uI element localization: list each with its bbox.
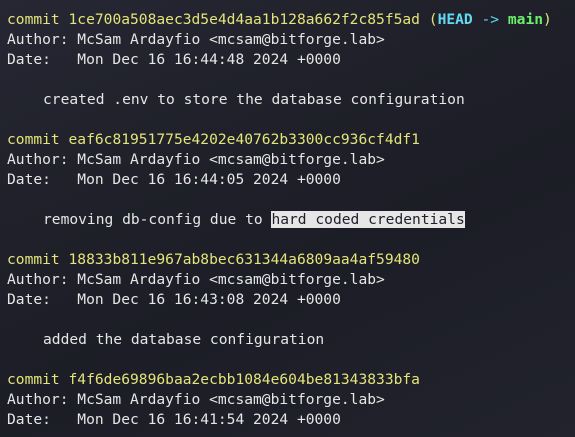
commit-header-line: commit eaf6c81951775e4202e40762b3300cc93… [7, 130, 575, 150]
commit-hash[interactable]: eaf6c81951775e4202e40762b3300cc936cf4df1 [69, 131, 420, 148]
ref-open-paren: ( [428, 11, 438, 28]
date-line: Date: Mon Dec 16 16:43:08 2024 +0000 [7, 291, 341, 308]
ref-arrow: -> [481, 11, 500, 28]
commit-keyword: commit [7, 131, 60, 148]
commit-message: removing db-config due to hard coded cre… [7, 210, 575, 230]
commit-hash[interactable]: 1ce700a508aec3d5e4d4aa1b128a662f2c85f5ad [69, 11, 420, 28]
author-line: Author: McSam Ardayfio <mcsam@bitforge.l… [7, 391, 385, 408]
commit-header-line: commit f4f6de69896baa2ecbb1084e604be8134… [7, 370, 575, 390]
commit-keyword: commit [7, 11, 60, 28]
terminal-output[interactable]: commit 1ce700a508aec3d5e4d4aa1b128a662f2… [0, 0, 575, 437]
author-line: Author: McSam Ardayfio <mcsam@bitforge.l… [7, 271, 385, 288]
commit-keyword: commit [7, 251, 60, 268]
commit-message: created .env to store the database confi… [43, 91, 465, 108]
commit-hash[interactable]: 18833b811e967ab8bec631344a6809aa4af59480 [69, 251, 420, 268]
date-line: Date: Mon Dec 16 16:44:48 2024 +0000 [7, 51, 341, 68]
commit-hash[interactable]: f4f6de69896baa2ecbb1084e604be81343833bfa [69, 371, 420, 388]
commit-header-line: commit 1ce700a508aec3d5e4d4aa1b128a662f2… [7, 10, 575, 30]
branch-ref-label: main [507, 11, 544, 28]
commit-message-text: removing db-config due to [43, 211, 272, 228]
ref-close-paren: ) [543, 11, 552, 28]
head-ref-label: HEAD [437, 11, 473, 28]
date-line: Date: Mon Dec 16 16:41:54 2024 +0000 [7, 411, 341, 428]
date-line: Date: Mon Dec 16 16:44:05 2024 +0000 [7, 171, 341, 188]
commit-header-line: commit 18833b811e967ab8bec631344a6809aa4… [7, 250, 575, 270]
author-line: Author: McSam Ardayfio <mcsam@bitforge.l… [7, 31, 385, 48]
commit-keyword: commit [7, 371, 60, 388]
author-line: Author: McSam Ardayfio <mcsam@bitforge.l… [7, 151, 385, 168]
commit-message: added the database configuration [43, 331, 325, 348]
selected-text-highlight[interactable]: hard coded credentials [271, 211, 465, 228]
